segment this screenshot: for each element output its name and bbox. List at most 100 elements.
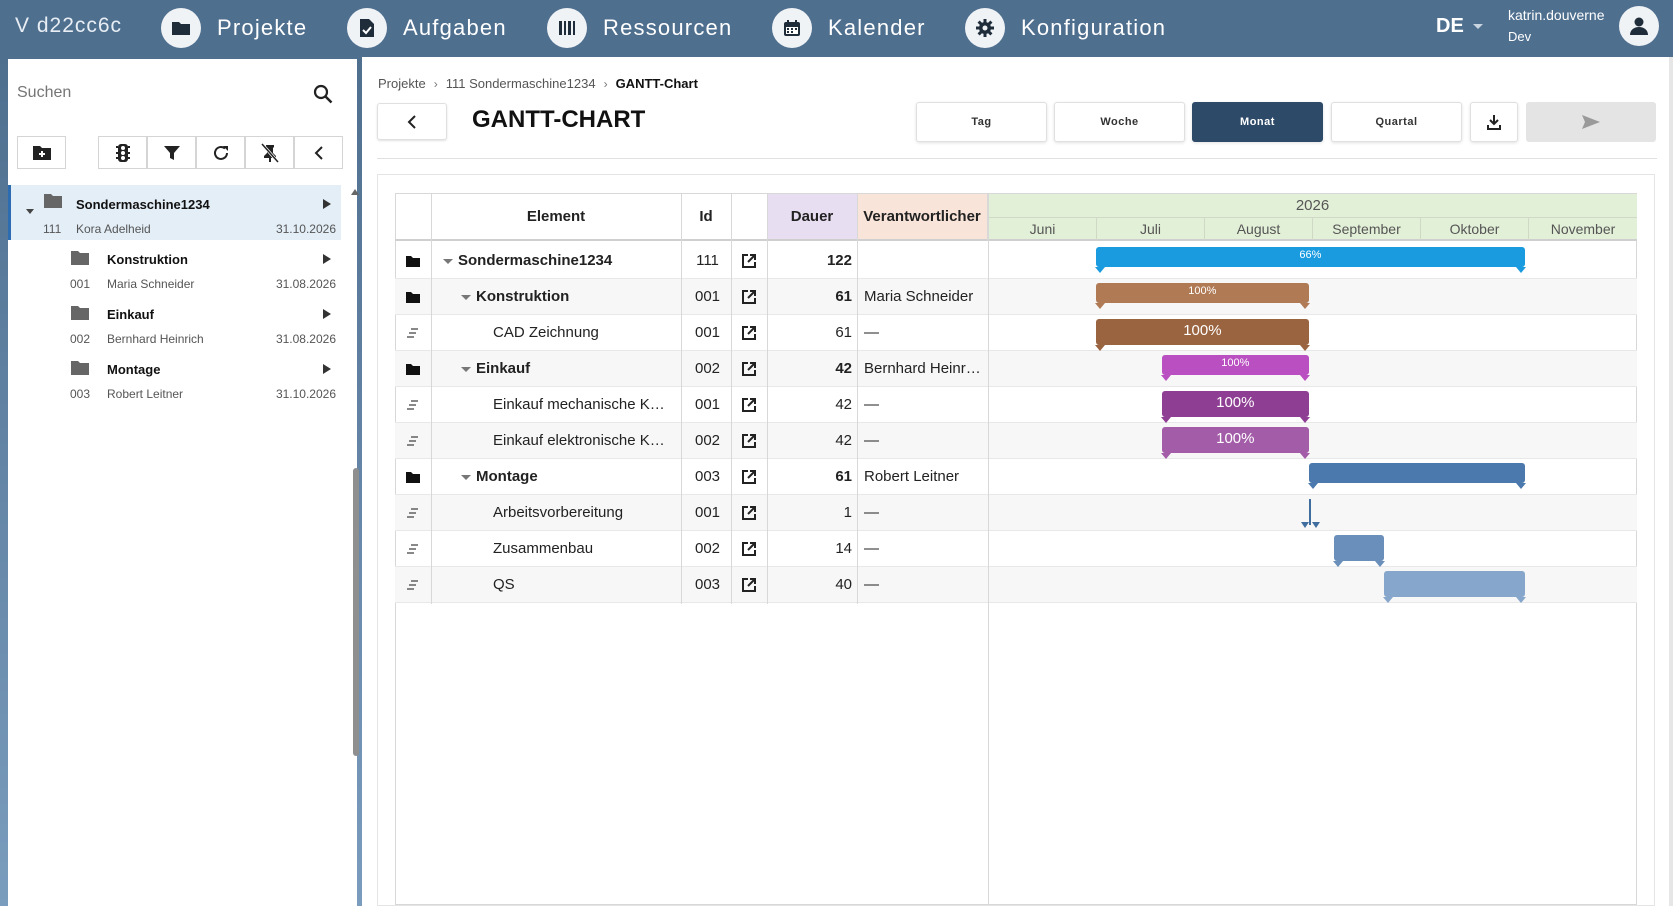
refresh-button[interactable] (196, 136, 245, 169)
tree-item-montage[interactable]: Montage 003 Robert Leitner 31.10.2026 (8, 350, 341, 405)
folder-icon (404, 360, 422, 378)
nav-kalender[interactable]: Kalender (772, 6, 926, 50)
header-duration[interactable]: Dauer (767, 193, 858, 241)
table-row[interactable] (395, 351, 1637, 387)
sidebar-scrollbar[interactable] (353, 468, 359, 756)
breadcrumb-link-projekte[interactable]: Projekte (378, 76, 426, 91)
expand-caret-icon[interactable] (461, 367, 471, 372)
folder-icon (404, 288, 422, 306)
tree-item-konstruktion[interactable]: Konstruktion 001 Maria Schneider 31.08.2… (8, 240, 341, 295)
row-duration: 40 (835, 576, 852, 593)
collapse-sidebar-button[interactable] (294, 136, 343, 169)
open-external-icon[interactable] (740, 252, 758, 270)
chevron-down-icon[interactable] (1473, 24, 1483, 29)
gantt-bar[interactable]: 100% (1160, 355, 1310, 381)
row-id: 001 (694, 288, 721, 305)
page-title: GANTT-CHART (472, 106, 646, 133)
gantt-bar[interactable]: 100% (1160, 427, 1310, 459)
row-element-name: Einkauf (476, 360, 531, 377)
gantt-bar[interactable] (1307, 463, 1526, 489)
row-duration: 61 (835, 468, 852, 485)
tree-item-date: 31.08.2026 (275, 332, 336, 346)
header-owner[interactable]: Verantwortlicher (857, 193, 988, 241)
tree-item-name: Konstruktion (107, 252, 188, 267)
tree-item-sondermaschine[interactable]: Sondermaschine1234 111 Kora Adelheid 31.… (8, 185, 341, 240)
tree-item-date: 31.08.2026 (275, 277, 336, 291)
open-external-icon[interactable] (740, 576, 758, 594)
open-external-icon[interactable] (740, 540, 758, 558)
barcode-icon (547, 8, 587, 48)
scale-tag-button[interactable]: Tag (916, 102, 1047, 142)
row-id: 111 (696, 252, 719, 269)
nav-ressourcen[interactable]: Ressourcen (547, 6, 732, 50)
open-external-icon[interactable] (740, 288, 758, 306)
expand-caret-icon[interactable] (461, 475, 471, 480)
main-scrollbar[interactable] (1669, 57, 1673, 906)
row-duration: 42 (835, 432, 852, 449)
scroll-up-arrow-icon[interactable] (351, 189, 359, 195)
timeline-month: Juni (988, 217, 1096, 241)
search-icon[interactable] (310, 81, 336, 107)
send-button[interactable] (1526, 102, 1656, 142)
unpin-button[interactable] (245, 136, 294, 169)
search-input[interactable] (17, 79, 277, 107)
row-element-name: Einkauf mechanische K… (493, 396, 665, 413)
open-external-icon[interactable] (740, 324, 758, 342)
tree-item-einkauf[interactable]: Einkauf 002 Bernhard Heinrich 31.08.2026 (8, 295, 341, 350)
tree-item-date: 31.10.2026 (275, 222, 336, 236)
gantt-bar[interactable]: 100% (1095, 319, 1310, 351)
gantt-bar[interactable]: 100% (1095, 283, 1310, 309)
nav-label: Aufgaben (403, 15, 507, 40)
column-divider (857, 193, 858, 604)
header-icon-column (395, 193, 432, 241)
open-external-icon[interactable] (740, 432, 758, 450)
navigate-arrow-icon[interactable] (323, 199, 331, 209)
nav-konfiguration[interactable]: Konfiguration (965, 6, 1166, 50)
navigate-arrow-icon[interactable] (323, 254, 331, 264)
gantt-milestone[interactable] (1299, 499, 1329, 531)
scale-woche-button[interactable]: Woche (1054, 102, 1185, 142)
add-folder-button[interactable] (17, 136, 66, 169)
expand-caret-icon[interactable] (26, 209, 34, 214)
row-duration: 42 (835, 396, 852, 413)
gantt-bar[interactable] (1332, 535, 1386, 567)
table-row[interactable] (395, 279, 1637, 315)
open-external-icon[interactable] (740, 396, 758, 414)
header-element[interactable]: Element (431, 193, 682, 241)
user-avatar-icon[interactable] (1619, 6, 1659, 46)
nav-projekte[interactable]: Projekte (161, 6, 307, 50)
row-duration: 1 (843, 504, 852, 521)
tree-item-id: 003 (70, 387, 91, 401)
filter-icon (163, 145, 180, 160)
navigate-arrow-icon[interactable] (323, 309, 331, 319)
language-selector[interactable]: DE (1436, 15, 1464, 38)
open-external-icon[interactable] (740, 504, 758, 522)
navigate-arrow-icon[interactable] (323, 364, 331, 374)
nav-label: Kalender (828, 15, 926, 40)
status-filter-button[interactable] (98, 136, 147, 169)
tree-item-name: Sondermaschine1234 (76, 197, 210, 212)
nav-aufgaben[interactable]: Aufgaben (347, 6, 507, 50)
filter-button[interactable] (147, 136, 196, 169)
expand-caret-icon[interactable] (443, 259, 453, 264)
gantt-bar[interactable] (1383, 571, 1526, 603)
header-link-column (731, 193, 768, 241)
open-external-icon[interactable] (740, 468, 758, 486)
folder-icon (71, 251, 89, 265)
header-id[interactable]: Id (681, 193, 732, 241)
timeline-month: November (1528, 217, 1637, 241)
scale-monat-button[interactable]: Monat (1192, 102, 1323, 142)
scale-quartal-button[interactable]: Quartal (1331, 102, 1462, 142)
breadcrumb-link-project[interactable]: 111 Sondermaschine1234 (446, 76, 596, 91)
back-button[interactable] (377, 103, 447, 140)
download-button[interactable] (1470, 102, 1518, 142)
folder-icon (161, 8, 201, 48)
open-external-icon[interactable] (740, 360, 758, 378)
gantt-bar[interactable]: 66% (1095, 247, 1526, 273)
expand-caret-icon[interactable] (461, 295, 471, 300)
row-id: 002 (694, 360, 721, 377)
gantt-bar[interactable]: 100% (1160, 391, 1310, 423)
task-icon (404, 324, 422, 342)
folder-icon (404, 252, 422, 270)
tree-item-owner: Robert Leitner (107, 387, 184, 401)
